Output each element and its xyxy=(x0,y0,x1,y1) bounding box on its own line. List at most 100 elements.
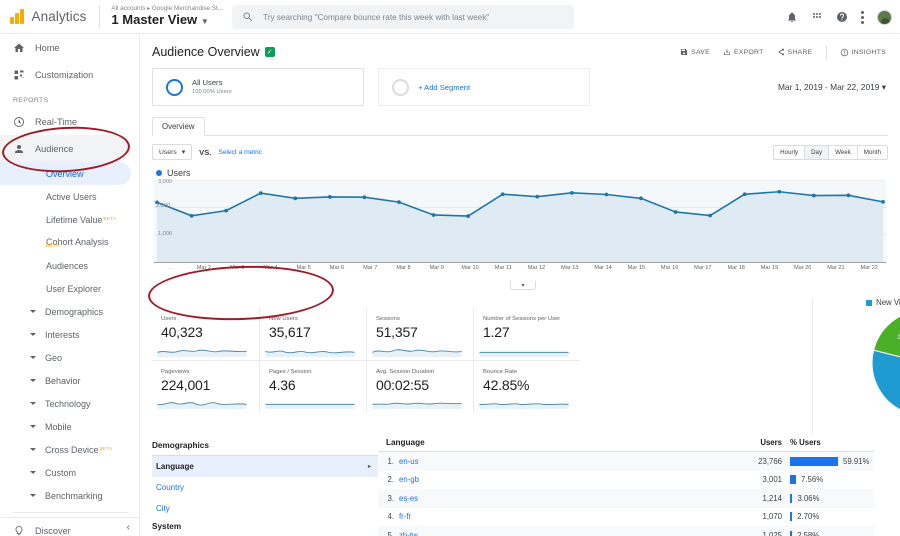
table-header: Language Users % Users xyxy=(378,438,874,452)
chevron-down-icon: ▼ xyxy=(200,17,209,27)
sidebar-item-home[interactable]: Home xyxy=(0,34,139,61)
notifications-bell-icon[interactable] xyxy=(786,11,798,23)
sidebar-item-user-explorer[interactable]: User Explorer xyxy=(0,277,139,300)
add-segment-button[interactable]: + Add Segment xyxy=(378,68,590,106)
segment-name: All Users xyxy=(192,78,223,88)
sidebar-item-custom[interactable]: Custom xyxy=(0,461,139,484)
demo-item-city[interactable]: City xyxy=(152,498,378,519)
pie-chart-graphic[interactable]: 78.9%21.1% xyxy=(830,307,900,419)
chevron-down-icon xyxy=(30,333,36,336)
export-button[interactable]: EXPORT xyxy=(723,48,764,56)
sidebar-item-overview[interactable]: Overview xyxy=(0,162,131,185)
granularity-hourly[interactable]: Hourly xyxy=(774,145,806,159)
sidebar-label-cross-device: Cross Device xyxy=(45,444,99,455)
avatar[interactable] xyxy=(877,9,892,25)
metric-sparkline xyxy=(372,349,462,357)
date-range-picker[interactable]: Mar 1, 2019 - Mar 22, 2019 ▾ xyxy=(778,82,886,92)
sidebar-item-customization[interactable]: Customization xyxy=(0,61,139,88)
row-language-link[interactable]: zh-tw xyxy=(394,531,418,536)
metric-select[interactable]: Users ▾ xyxy=(152,144,193,160)
vs-label: VS. xyxy=(199,147,212,157)
metric-sparkline xyxy=(372,402,462,409)
row-language-link[interactable]: fr-fr xyxy=(394,512,411,521)
select-a-metric-link[interactable]: Select a metric xyxy=(218,149,262,156)
row-language-link[interactable]: en-us xyxy=(394,457,419,466)
sidebar-item-cohort-analysis[interactable]: Cohort Analysis BETA xyxy=(0,231,139,254)
search-bar[interactable]: Try searching "Compare bounce rate this … xyxy=(232,5,574,29)
sidebar-item-technology[interactable]: Technology xyxy=(0,392,139,415)
sidebar-item-lifetime-value[interactable]: Lifetime Value BETA xyxy=(0,208,139,231)
metric-card-new-users[interactable]: New Users 35,617 xyxy=(259,308,366,360)
sidebar-item-cross-device[interactable]: Cross Device BETA xyxy=(0,438,139,461)
apps-grid-icon[interactable] xyxy=(811,11,823,23)
sidebar-item-realtime[interactable]: Real-Time xyxy=(0,108,139,135)
sidebar-item-geo[interactable]: Geo xyxy=(0,346,139,369)
chevron-down-icon xyxy=(30,425,36,428)
bottom-panels: Demographics Language ▸ Country City Sys… xyxy=(140,438,900,536)
expand-chart-button[interactable]: ▾ xyxy=(510,281,536,290)
table-row[interactable]: 4. fr-fr 1,070 2.70% xyxy=(378,508,874,527)
x-tick-mar-19: Mar 19 xyxy=(760,265,779,271)
sidebar-item-active-users[interactable]: Active Users xyxy=(0,185,139,208)
table-row[interactable]: 5. zh-tw 1,025 2.58% xyxy=(378,526,874,536)
metric-card-users[interactable]: Users 40,323 xyxy=(152,308,259,360)
granularity-toggle: Hourly Day Week Month xyxy=(773,144,888,160)
row-pct-bar xyxy=(790,530,793,536)
search-input[interactable]: Try searching "Compare bounce rate this … xyxy=(263,13,489,22)
metric-card-bounce-rate[interactable]: Bounce Rate 42.85% xyxy=(473,360,580,412)
sidebar-item-mobile[interactable]: Mobile xyxy=(0,415,139,438)
segment-ring-icon xyxy=(392,78,409,96)
table-row[interactable]: 3. es-es 1,214 3.06% xyxy=(378,489,874,508)
sidebar-item-discover[interactable]: Discover xyxy=(0,517,139,536)
customization-icon xyxy=(13,69,30,81)
sidebar-item-demographics[interactable]: Demographics xyxy=(0,300,139,323)
granularity-week[interactable]: Week xyxy=(829,145,858,159)
chevron-down-icon xyxy=(30,402,36,405)
row-pct-bar xyxy=(790,493,793,503)
view-name[interactable]: 1 Master View ▼ xyxy=(111,13,223,27)
metric-card-avg-session-duration[interactable]: Avg. Session Duration 00:02:55 xyxy=(366,360,473,412)
metric-card-number-of-sessions-per-user[interactable]: Number of Sessions per User 1.27 xyxy=(473,308,580,360)
more-options-icon[interactable] xyxy=(861,10,864,24)
x-tick-mar-10: Mar 10 xyxy=(461,265,479,271)
save-button[interactable]: SAVE xyxy=(680,48,710,56)
chevron-down-icon: ▾ xyxy=(181,149,186,156)
x-tick-mar-17: Mar 17 xyxy=(694,265,712,271)
sidebar-item-audiences[interactable]: Audiences xyxy=(0,254,139,277)
metric-card-sessions[interactable]: Sessions 51,357 xyxy=(366,308,473,360)
row-pct-cell: 59.91% xyxy=(782,456,874,466)
row-users-value: 23,766 xyxy=(758,456,782,466)
sidebar-item-benchmarking[interactable]: Benchmarking xyxy=(0,484,139,507)
metric-card-pageviews[interactable]: Pageviews 224,001 xyxy=(152,360,259,412)
users-line-chart[interactable]: 3,000 2,000 1,000 xyxy=(154,179,886,262)
sidebar-item-interests[interactable]: Interests xyxy=(0,323,139,346)
metric-sparkline xyxy=(157,402,247,409)
sidebar-item-audience[interactable]: Audience xyxy=(0,135,131,162)
table-row[interactable]: 2. en-gb 3,001 7.56% xyxy=(378,471,874,490)
demo-item-language[interactable]: Language ▸ xyxy=(152,456,378,477)
home-icon xyxy=(13,42,30,54)
row-language-link[interactable]: en-gb xyxy=(394,475,419,484)
sidebar-label-customization: Customization xyxy=(35,69,94,80)
sidebar-item-behavior[interactable]: Behavior xyxy=(0,369,139,392)
x-tick-mar-13: Mar 13 xyxy=(561,265,579,271)
share-button[interactable]: SHARE xyxy=(777,48,813,56)
collapse-sidebar-icon[interactable]: ‹ xyxy=(127,522,130,533)
insights-button[interactable]: INSIGHTS xyxy=(840,48,887,57)
x-tick-mar-16: Mar 16 xyxy=(660,265,679,271)
demo-item-country[interactable]: Country xyxy=(152,477,378,498)
granularity-day[interactable]: Day xyxy=(805,145,830,159)
segment-bar: All Users 100.00% Users + Add Segment Ma… xyxy=(140,59,900,106)
x-tick-mar-12: Mar 12 xyxy=(527,265,546,271)
account-switcher[interactable]: All accounts ▸ Google Merchandise St... … xyxy=(111,5,223,27)
metric-card-pages-session[interactable]: Pages / Session 4.36 xyxy=(259,360,366,412)
table-row[interactable]: 1. en-us 23,766 59.91% xyxy=(378,452,874,471)
help-icon[interactable] xyxy=(836,11,848,23)
row-language-link[interactable]: es-es xyxy=(394,494,418,503)
granularity-month[interactable]: Month xyxy=(857,145,887,159)
share-icon xyxy=(778,48,784,56)
tab-overview[interactable]: Overview xyxy=(152,117,205,136)
segment-all-users[interactable]: All Users 100.00% Users xyxy=(152,68,364,106)
y-axis-label-3000: 3,000 xyxy=(158,179,172,185)
google-analytics-logo-icon xyxy=(10,9,24,24)
